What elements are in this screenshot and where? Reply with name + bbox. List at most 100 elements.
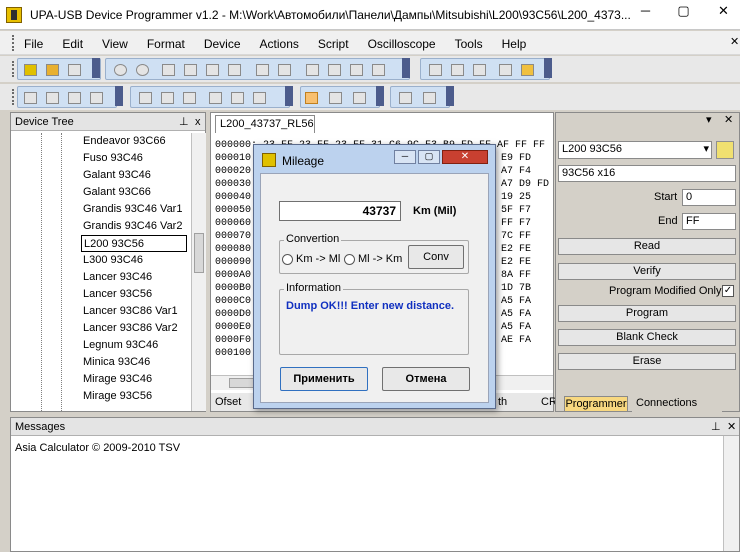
measure-icon[interactable] xyxy=(353,92,366,104)
program-button[interactable]: Program xyxy=(558,305,736,322)
toolbar-dropdown-icon[interactable] xyxy=(402,58,410,78)
tree-item[interactable]: Grandis 93C46 Var2 xyxy=(81,218,184,235)
align-left-icon[interactable] xyxy=(209,92,222,104)
menu-item-help[interactable]: Help xyxy=(502,37,527,51)
toolbar-dropdown-icon[interactable] xyxy=(115,86,123,106)
maximize-button[interactable]: ▢ xyxy=(667,0,700,22)
menu-item-tools[interactable]: Tools xyxy=(455,37,483,51)
program-modified-checkbox[interactable]: ✓ xyxy=(722,285,734,297)
chart-icon[interactable] xyxy=(68,92,81,104)
compare-icon[interactable] xyxy=(372,64,385,76)
copy-icon[interactable] xyxy=(184,64,197,76)
search-icon[interactable] xyxy=(46,92,59,104)
calculator-icon[interactable] xyxy=(521,64,534,76)
toolbar-dropdown-icon[interactable] xyxy=(376,86,384,106)
move-icon[interactable] xyxy=(90,92,103,104)
tree-item[interactable]: Grandis 93C46 Var1 xyxy=(81,201,184,218)
menu-item-device[interactable]: Device xyxy=(204,37,241,51)
find-icon[interactable] xyxy=(256,64,269,76)
mileage-input[interactable]: 43737 xyxy=(279,201,401,221)
toolbar-dropdown-icon[interactable] xyxy=(544,58,552,78)
end-input[interactable]: FF xyxy=(682,213,736,230)
verify-button[interactable]: Verify xyxy=(558,263,736,280)
maximize-button[interactable]: ▢ xyxy=(418,150,440,164)
menu-item-oscilloscope[interactable]: Oscilloscope xyxy=(368,37,436,51)
new-file-icon[interactable] xyxy=(24,64,37,76)
conv-button[interactable]: Conv xyxy=(408,245,464,269)
toolbar-grip[interactable] xyxy=(12,61,16,77)
undo-icon[interactable] xyxy=(114,64,127,76)
play-icon[interactable] xyxy=(399,92,412,104)
toolbar-dropdown-icon[interactable] xyxy=(446,86,454,106)
zoom-icon[interactable] xyxy=(24,92,37,104)
open-folder-icon[interactable] xyxy=(46,64,59,76)
tree-item[interactable]: Lancer 93C46 xyxy=(81,269,154,286)
pointer-icon[interactable] xyxy=(305,92,318,104)
tree-item[interactable]: Lancer 93C56 xyxy=(81,286,154,303)
italic-icon[interactable] xyxy=(161,92,174,104)
cut-icon[interactable] xyxy=(162,64,175,76)
toolbar-dropdown-icon[interactable] xyxy=(285,86,293,106)
tree-item[interactable]: Minica 93C46 xyxy=(81,354,152,371)
goto-icon[interactable] xyxy=(350,64,363,76)
menu-item-file[interactable]: File xyxy=(24,37,43,51)
delete-icon[interactable] xyxy=(228,64,241,76)
menu-item-format[interactable]: Format xyxy=(147,37,185,51)
align-right-icon[interactable] xyxy=(253,92,266,104)
scroll-thumb[interactable] xyxy=(194,233,204,273)
tree-item[interactable]: L200 93C56 xyxy=(81,235,187,252)
tree-item[interactable]: Lancer 93C86 Var2 xyxy=(81,320,180,337)
close-button[interactable]: ✕ xyxy=(442,150,488,164)
select-icon[interactable] xyxy=(329,92,342,104)
start-input[interactable]: 0 xyxy=(682,189,736,206)
messages-scrollbar[interactable] xyxy=(723,436,739,551)
fill-icon[interactable] xyxy=(306,64,319,76)
tab-programmer[interactable]: Programmer xyxy=(564,396,628,412)
minimize-button[interactable]: ─ xyxy=(394,150,416,164)
device-icon[interactable] xyxy=(429,64,442,76)
tree-item[interactable]: Lancer 93C86 Var1 xyxy=(81,303,180,320)
toolbar-dropdown-icon[interactable] xyxy=(92,58,100,78)
stop-icon[interactable] xyxy=(423,92,436,104)
tree-item[interactable]: Mirage 93C46 xyxy=(81,371,154,388)
apply-button[interactable]: Применить xyxy=(280,367,368,391)
menu-item-actions[interactable]: Actions xyxy=(260,37,299,51)
grid-icon[interactable] xyxy=(473,64,486,76)
tree-item[interactable]: Fuso 93C46 xyxy=(81,150,145,167)
radio-km-mi[interactable]: Km -> Ml xyxy=(282,253,340,265)
panel-close-icon[interactable]: ✕ xyxy=(724,113,733,126)
align-center-icon[interactable] xyxy=(231,92,244,104)
underline-icon[interactable] xyxy=(183,92,196,104)
toolbar-grip[interactable] xyxy=(12,89,16,105)
replace-icon[interactable] xyxy=(278,64,291,76)
bold-icon[interactable] xyxy=(139,92,152,104)
block-icon[interactable] xyxy=(328,64,341,76)
radio-mi-km[interactable]: Ml -> Km xyxy=(344,253,402,265)
redo-icon[interactable] xyxy=(136,64,149,76)
tree-item[interactable]: Mirage 93C56 xyxy=(81,388,154,405)
menu-close-icon[interactable]: ✕ xyxy=(730,35,739,48)
paste-icon[interactable] xyxy=(206,64,219,76)
close-button[interactable]: ✕ xyxy=(707,0,740,22)
menu-item-edit[interactable]: Edit xyxy=(62,37,83,51)
read-button[interactable]: Read xyxy=(558,238,736,255)
menu-item-script[interactable]: Script xyxy=(318,37,349,51)
tab-hex-file[interactable]: L200_43737_RL56 xyxy=(215,115,315,133)
tree-item[interactable]: Legnum 93C46 xyxy=(81,337,160,354)
tree-scrollbar[interactable] xyxy=(191,133,206,411)
minimize-button[interactable]: ─ xyxy=(629,0,662,22)
toolbar-grip[interactable] xyxy=(12,35,16,51)
panel-close-icon[interactable]: ✕ xyxy=(727,418,736,436)
device-select[interactable]: L200 93C56 ▾ xyxy=(558,141,712,159)
open-device-icon[interactable] xyxy=(716,141,734,159)
panel-close-icon[interactable]: x xyxy=(195,113,201,131)
pin-icon[interactable]: ⊥ xyxy=(711,418,721,436)
panel-dropdown-icon[interactable]: ▾ xyxy=(706,113,712,126)
notepad-icon[interactable] xyxy=(499,64,512,76)
tab-connections[interactable]: Connections xyxy=(632,396,722,412)
menu-item-view[interactable]: View xyxy=(102,37,128,51)
tree-item[interactable]: L300 93C46 xyxy=(81,252,145,269)
tree-item[interactable]: Galant 93C66 xyxy=(81,184,153,201)
save-icon[interactable] xyxy=(68,64,81,76)
chip-settings-icon[interactable] xyxy=(451,64,464,76)
